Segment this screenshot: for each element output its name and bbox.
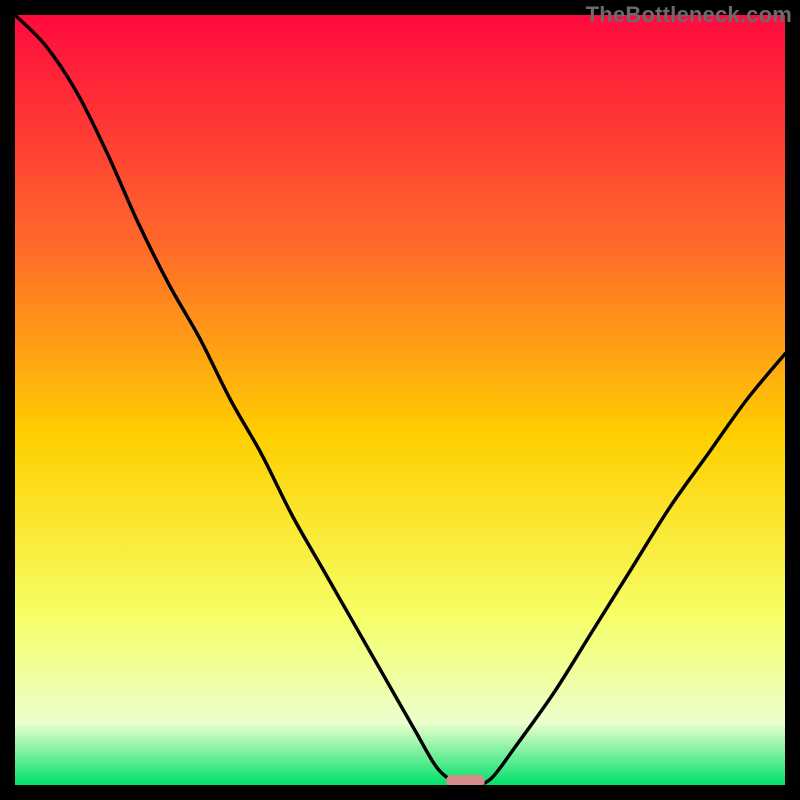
optimal-zone-marker — [446, 775, 485, 785]
chart-svg — [15, 15, 785, 785]
gradient-background — [15, 15, 785, 785]
chart-frame: TheBottleneck.com — [0, 0, 800, 800]
plot-area — [15, 15, 785, 785]
watermark-label: TheBottleneck.com — [586, 2, 792, 28]
